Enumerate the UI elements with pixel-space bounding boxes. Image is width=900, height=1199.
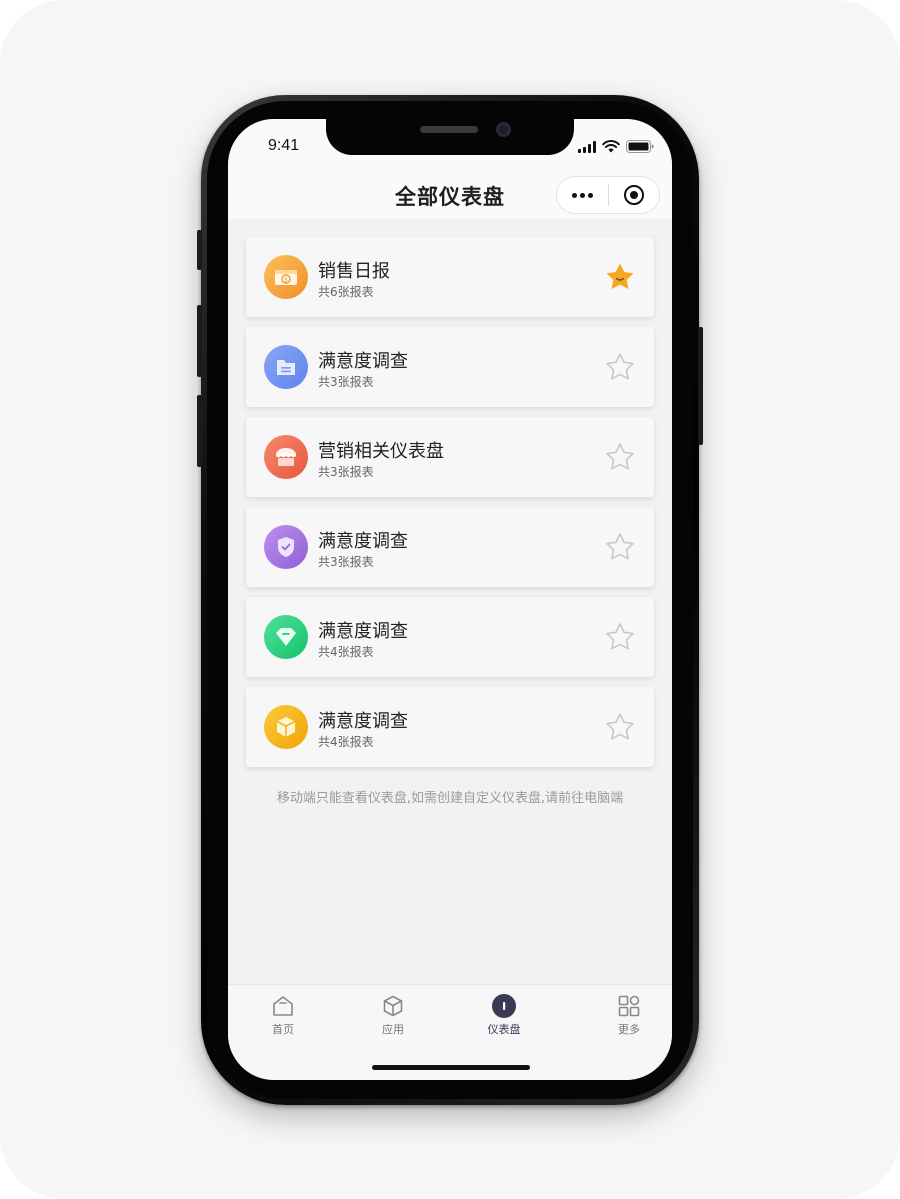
page-background: 9:41 全部仪表盘 $ 销售日报 共6张报表 满意度调查 共3张报表 营销相关… [0,0,900,1199]
earpiece-speaker [420,126,478,133]
front-camera [496,122,511,137]
silent-switch [197,230,202,270]
star-outline-icon[interactable] [604,621,636,653]
target-icon [623,185,644,205]
box-icon [264,705,308,749]
dashboard-title: 营销相关仪表盘 [318,441,444,462]
dashboard-report-count: 共4张报表 [318,735,374,749]
notch [326,119,574,155]
tab-label: 更多 [618,1023,640,1036]
dashboard-list: $ 销售日报 共6张报表 满意度调查 共3张报表 营销相关仪表盘 共3张报表 满意度调查 共3张… [246,237,654,777]
diamond-icon [264,615,308,659]
more-options-button[interactable] [557,177,608,213]
money-icon: $ [264,255,308,299]
more-dots-icon [571,192,593,198]
status-icons [578,139,654,153]
close-mini-program-button[interactable] [609,177,660,213]
dashboard-title: 销售日报 [318,261,390,282]
battery-icon [626,140,654,153]
status-time: 9:41 [268,137,300,154]
dashboard-report-count: 共6张报表 [318,285,374,299]
shop-icon [264,435,308,479]
dashboard-title: 满意度调查 [318,351,408,372]
volume-up-button [197,305,202,377]
dashboard-report-count: 共3张报表 [318,555,374,569]
star-outline-icon[interactable] [604,711,636,743]
star-outline-icon[interactable] [604,531,636,563]
dashboard-title: 满意度调查 [318,531,408,552]
tab-label: 首页 [272,1023,294,1036]
star-filled-icon[interactable] [604,261,636,293]
navigation-bar: 全部仪表盘 [228,169,672,219]
home-indicator [372,1065,530,1070]
gauge-icon [491,993,517,1019]
cellular-signal-icon [578,141,596,153]
power-button [698,327,703,445]
tab-label: 应用 [382,1023,404,1036]
dashboard-card[interactable]: 满意度调查共3张报表 [246,507,654,587]
dashboard-card[interactable]: 满意度调查共4张报表 [246,597,654,677]
dashboard-card[interactable]: 满意度调查共4张报表 [246,687,654,767]
svg-text:$: $ [284,276,288,283]
dashboard-report-count: 共3张报表 [318,465,374,479]
tab-label: 仪表盘 [487,1023,521,1036]
home-icon [270,993,296,1019]
dashboard-report-count: 共3张报表 [318,375,374,389]
tab-home[interactable]: 首页 [248,993,318,1037]
footnote-text: 移动端只能查看仪表盘,如需创建自定义仪表盘,请前往电脑端 [276,791,624,806]
tab-cube[interactable]: 应用 [358,993,428,1037]
volume-down-button [197,395,202,467]
tab-grid[interactable]: 更多 [594,993,664,1037]
dashboard-title: 满意度调查 [318,621,408,642]
tab-bar: 首页 应用 仪表盘 更多 [228,984,672,1080]
folder-icon [264,345,308,389]
cube-icon [380,993,406,1019]
dashboard-report-count: 共4张报表 [318,645,374,659]
mini-program-capsule [556,176,660,214]
dashboard-card[interactable]: $ 销售日报共6张报表 [246,237,654,317]
dashboard-card[interactable]: 满意度调查共3张报表 [246,327,654,407]
star-outline-icon[interactable] [604,351,636,383]
grid-icon [616,993,642,1019]
dashboard-title: 满意度调查 [318,711,408,732]
dashboard-card[interactable]: 营销相关仪表盘共3张报表 [246,417,654,497]
phone-screen: 9:41 全部仪表盘 $ 销售日报 共6张报表 满意度调查 共3张报表 营销相关… [228,119,672,1080]
tab-gauge[interactable]: 仪表盘 [469,993,539,1037]
shield-icon [264,525,308,569]
star-outline-icon[interactable] [604,441,636,473]
wifi-icon [602,140,620,153]
